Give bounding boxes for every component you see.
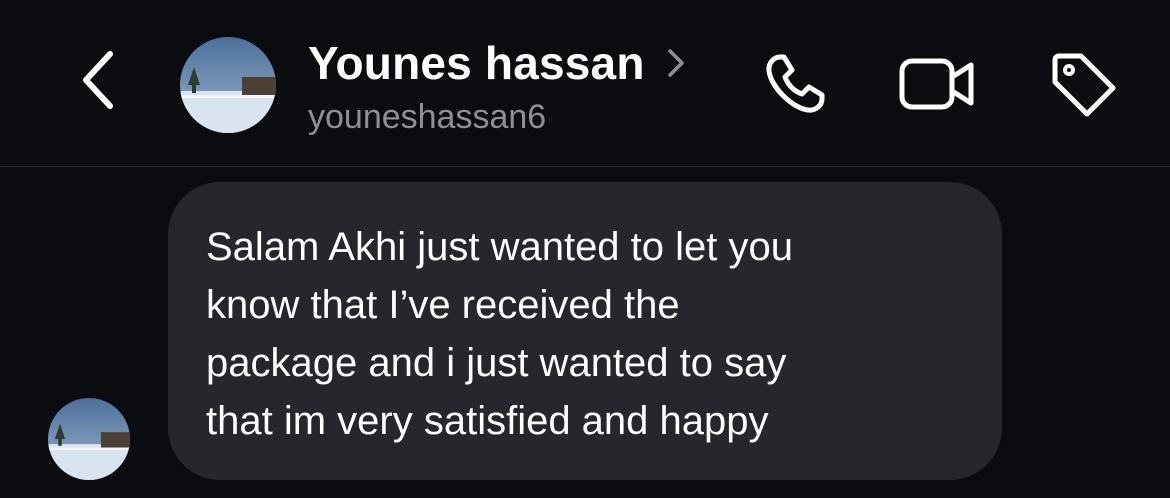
- tag-icon: [1047, 48, 1119, 125]
- video-call-button[interactable]: [899, 48, 975, 124]
- phone-icon: [760, 49, 830, 124]
- sender-avatar[interactable]: [48, 398, 130, 480]
- video-camera-icon: [897, 53, 977, 120]
- contact-name: Younes hassan: [308, 37, 645, 89]
- back-button[interactable]: [62, 44, 134, 120]
- contact-username: youneshassan6: [308, 98, 547, 136]
- header-avatar[interactable]: [180, 37, 276, 133]
- message-bubble[interactable]: Salam Akhi just wanted to let you know t…: [168, 182, 1002, 480]
- chat-header: Younes hassan youneshassan6: [0, 0, 1170, 167]
- tag-button[interactable]: [1045, 48, 1121, 124]
- chat-screen: Younes hassan youneshassan6 Salam Akhi j…: [0, 0, 1170, 498]
- message-text: Salam Akhi just wanted to let you know t…: [206, 225, 793, 443]
- audio-call-button[interactable]: [757, 48, 833, 124]
- chevron-right-icon: [665, 47, 687, 79]
- profile-title[interactable]: Younes hassan youneshassan6: [308, 34, 728, 144]
- chevron-left-icon: [78, 48, 118, 117]
